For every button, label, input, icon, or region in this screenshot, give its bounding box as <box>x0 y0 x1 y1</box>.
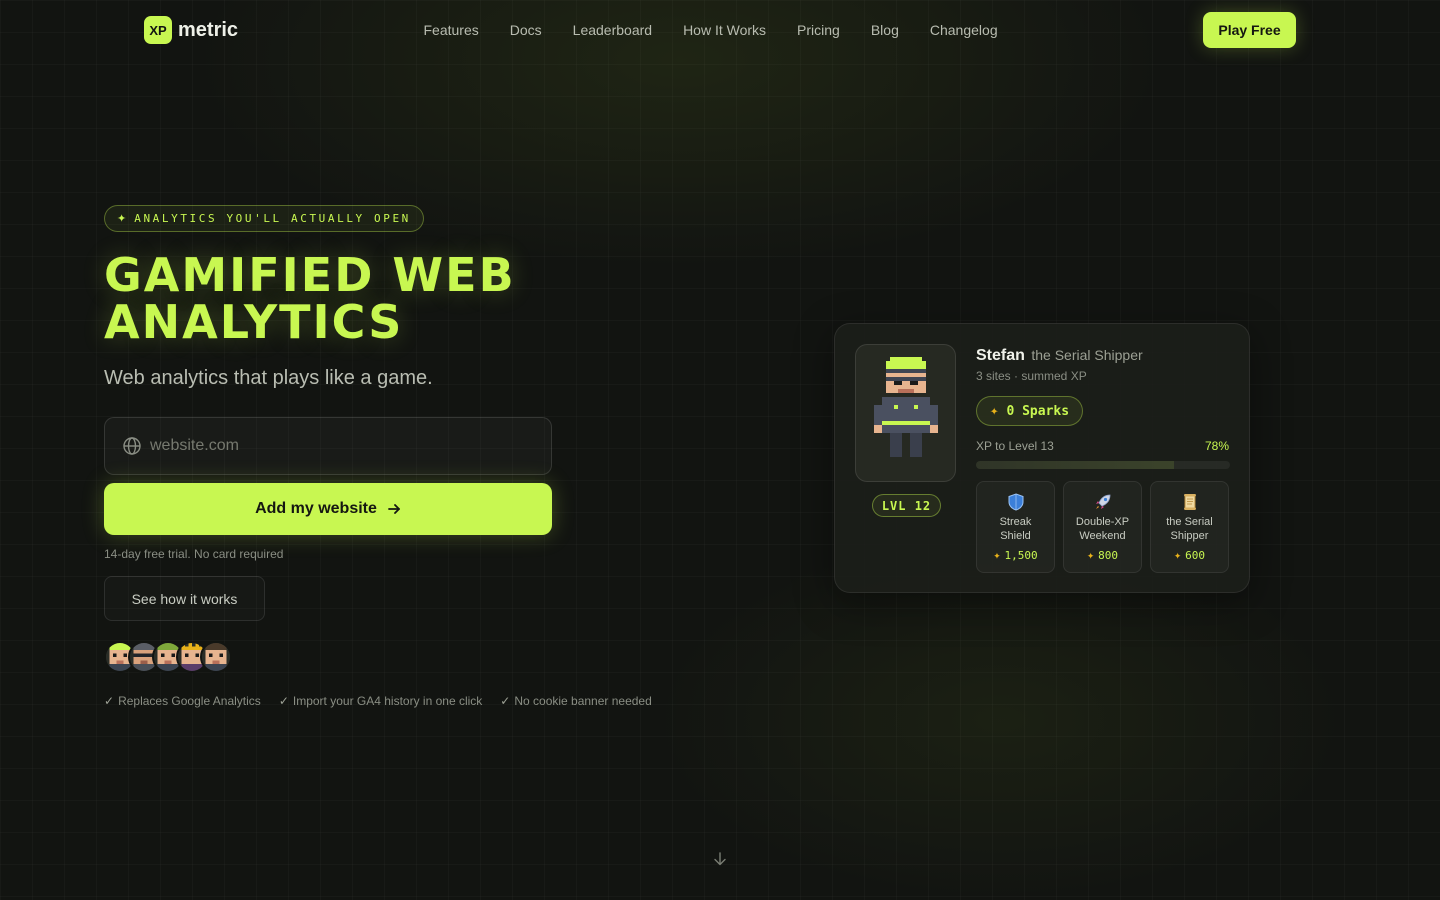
hero-tag: ✦ ANALYTICS YOU'LL ACTUALLY OPEN <box>104 205 424 232</box>
reward-item-streak-shield[interactable]: Streak Shield ✦ 1,500 <box>976 481 1055 573</box>
sparks-balance: ✦ 0 Sparks <box>976 396 1084 426</box>
player-sites-summary: 3 sites · summed XP <box>976 369 1087 383</box>
website-input[interactable] <box>150 437 530 455</box>
logo-badge: XP <box>144 16 172 44</box>
add-website-button[interactable]: Add my website <box>104 483 552 535</box>
reward-item-double-xp-weekend[interactable]: Double-XP Weekend ✦ 800 <box>1063 481 1142 573</box>
sparkle-icon: ✦ <box>117 212 127 225</box>
trial-note: 14-day free trial. No card required <box>104 547 284 561</box>
nav-link-docs[interactable]: Docs <box>494 20 557 40</box>
hero-subhead: Web analytics that plays like a game. <box>104 367 433 389</box>
logo-text: metric <box>178 18 239 41</box>
user-avatars <box>104 641 232 673</box>
avatar <box>200 641 232 673</box>
spark-icon: ✦ <box>1086 548 1095 562</box>
check-item: ✓ No cookie banner needed <box>500 694 652 708</box>
xp-progress-fill <box>976 461 1175 469</box>
nav-link-features[interactable]: Features <box>408 20 494 40</box>
rocket-icon <box>1094 493 1112 511</box>
xp-progress-bar <box>976 461 1230 469</box>
xp-label: XP to Level 13 <box>976 439 1054 453</box>
sparks-value: 0 Sparks <box>1006 403 1070 419</box>
reward-item-cost: ✦ 1,500 <box>993 548 1038 562</box>
player-title: the Serial Shipper <box>1031 347 1143 363</box>
hero-headline-line1: GAMIFIED WEB <box>104 248 516 302</box>
scroll-down-arrow-icon[interactable] <box>711 850 729 868</box>
player-name: Stefan <box>976 347 1025 364</box>
play-free-button[interactable]: Play Free <box>1203 12 1296 48</box>
feature-checks: ✓ Replaces Google Analytics ✓ Import your … <box>104 694 652 708</box>
character-portrait <box>855 344 956 482</box>
hero-tag-text: ANALYTICS YOU'LL ACTUALLY OPEN <box>134 212 411 225</box>
reward-item-serial-shipper[interactable]: the Serial Shipper ✦ 600 <box>1150 481 1229 573</box>
reward-item-cost: ✦ 800 <box>1086 548 1119 562</box>
reward-item-name: the Serial Shipper <box>1166 516 1213 542</box>
spark-icon: ✦ <box>1173 548 1182 562</box>
spark-icon: ✦ <box>990 403 999 419</box>
nav-link-blog[interactable]: Blog <box>855 20 914 40</box>
nav-link-pricing[interactable]: Pricing <box>782 20 856 40</box>
level-badge: LVL 12 <box>872 494 941 517</box>
nav-link-how-it-works[interactable]: How It Works <box>668 20 782 40</box>
scroll-icon <box>1181 493 1199 511</box>
check-item: ✓ Replaces Google Analytics <box>104 694 261 708</box>
shield-icon <box>1007 493 1025 511</box>
globe-icon <box>123 437 141 455</box>
reward-items: Streak Shield ✦ 1,500 Double-XP Weekend … <box>976 481 1229 573</box>
check-icon: ✓ <box>104 694 115 708</box>
see-how-it-works-button[interactable]: See how it works <box>104 576 265 621</box>
check-item: ✓ Import your GA4 history in one click <box>278 694 483 708</box>
reward-item-cost: ✦ 600 <box>1173 548 1206 562</box>
nav-link-changelog[interactable]: Changelog <box>914 20 1013 40</box>
hero-headline: GAMIFIED WEB ANALYTICS <box>104 252 724 346</box>
top-nav: XP metric Features Docs Leaderboard How … <box>0 0 1440 60</box>
check-icon: ✓ <box>500 694 511 708</box>
reward-item-name: Streak Shield <box>999 516 1032 542</box>
arrow-right-icon <box>388 504 400 514</box>
nav-links: Features Docs Leaderboard How It Works P… <box>408 20 1013 40</box>
check-icon: ✓ <box>278 694 289 708</box>
pixel-character-icon <box>873 357 938 465</box>
reward-item-name: Double-XP Weekend <box>1075 516 1130 542</box>
xp-percent: 78% <box>1204 439 1229 453</box>
website-input-box <box>104 417 552 475</box>
player-name-line: Stefan the Serial Shipper <box>976 347 1143 365</box>
player-card: LVL 12 Stefan the Serial Shipper 3 sites… <box>834 323 1250 593</box>
add-website-label: Add my website <box>255 500 377 517</box>
nav-link-leaderboard[interactable]: Leaderboard <box>557 20 667 40</box>
logo[interactable]: XP metric <box>144 16 238 44</box>
hero-headline-line2: ANALYTICS <box>104 295 404 349</box>
spark-icon: ✦ <box>993 548 1001 562</box>
